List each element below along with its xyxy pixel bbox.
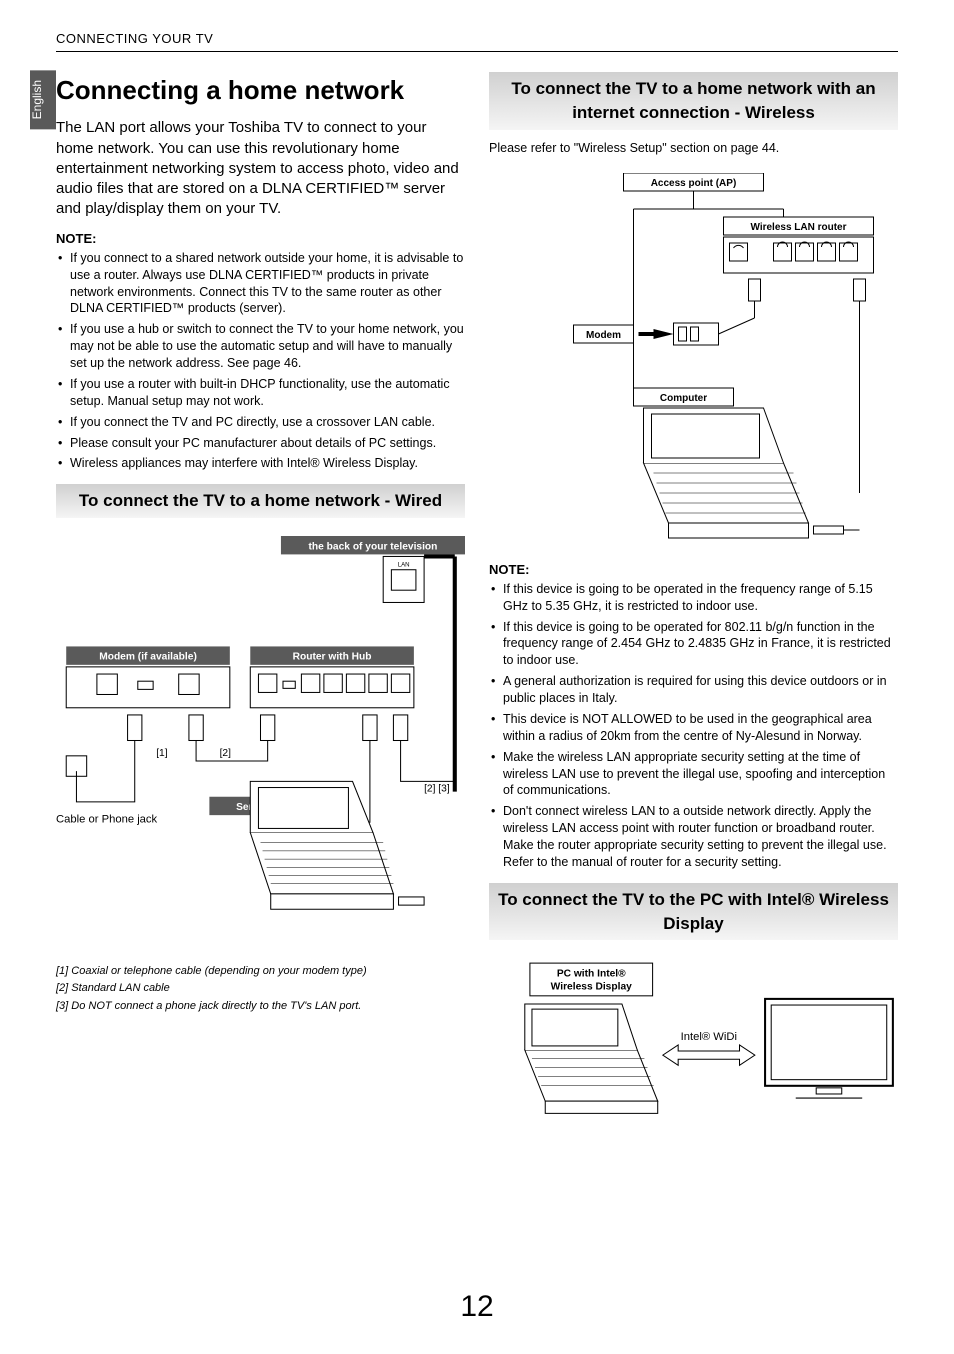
widi-diagram: PC with Intel® Wireless Display Intel® W… <box>489 958 898 1132</box>
page-number: 12 <box>0 1290 954 1324</box>
wlan-router-label: Wireless LAN router <box>750 222 846 233</box>
footnotes: [1] Coaxial or telephone cable (dependin… <box>56 963 465 1016</box>
widi-pc-label2: Wireless Display <box>551 982 632 993</box>
widi-pc-label1: PC with Intel® <box>557 969 626 980</box>
list-item: Please consult your PC manufacturer abou… <box>56 435 465 452</box>
footnote: [3] Do NOT connect a phone jack directly… <box>56 998 465 1016</box>
right-column: To connect the TV to a home network with… <box>489 72 898 1150</box>
list-item: Wireless appliances may interfere with I… <box>56 455 465 472</box>
svg-text:[2] [3]: [2] [3] <box>424 784 450 795</box>
list-item: If this device is going to be operated f… <box>489 619 898 670</box>
notes-list-2: If this device is going to be operated i… <box>489 581 898 871</box>
wireless-intro: Please refer to "Wireless Setup" section… <box>489 140 898 158</box>
widi-link-label: Intel® WiDi <box>681 1031 737 1043</box>
modem-label-wireless: Modem <box>586 330 621 341</box>
footnote: [1] Coaxial or telephone cable (dependin… <box>56 963 465 981</box>
laptop-icon <box>644 408 860 538</box>
wired-section-banner: To connect the TV to a home network - Wi… <box>56 484 465 518</box>
list-item: This device is NOT ALLOWED to be used in… <box>489 711 898 745</box>
laptop-icon <box>250 782 424 910</box>
list-item: If you connect to a shared network outsi… <box>56 250 465 318</box>
computer-label: Computer <box>660 393 707 404</box>
notes-list-1: If you connect to a shared network outsi… <box>56 250 465 473</box>
wireless-diagram: Access point (AP) Wireless LAN router <box>489 173 898 543</box>
router-label: Router with Hub <box>293 652 372 663</box>
note-heading-2: NOTE: <box>489 561 898 579</box>
note-heading-1: NOTE: <box>56 230 465 248</box>
left-column: Connecting a home network The LAN port a… <box>56 72 465 1150</box>
svg-text:[1]: [1] <box>156 748 168 759</box>
list-item: If you connect the TV and PC directly, u… <box>56 414 465 431</box>
list-item: If you use a router with built-in DHCP f… <box>56 376 465 410</box>
svg-text:LAN: LAN <box>398 562 410 569</box>
cable-jack-label: Cable or Phone jack <box>56 813 158 825</box>
header-rule: CONNECTING YOUR TV <box>56 30 898 52</box>
widi-section-banner: To connect the TV to the PC with Intel® … <box>489 883 898 941</box>
list-item: A general authorization is required for … <box>489 673 898 707</box>
page-title: Connecting a home network <box>56 72 465 108</box>
tv-back-label: the back of your television <box>309 541 438 552</box>
list-item: If you use a hub or switch to connect th… <box>56 321 465 372</box>
intro-paragraph: The LAN port allows your Toshiba TV to c… <box>56 118 465 219</box>
modem-label: Modem (if available) <box>99 652 197 663</box>
laptop-icon <box>525 1004 658 1113</box>
svg-text:[2]: [2] <box>220 748 232 759</box>
footnote: [2] Standard LAN cable <box>56 980 465 998</box>
list-item: Don't connect wireless LAN to a outside … <box>489 803 898 871</box>
list-item: If this device is going to be operated i… <box>489 581 898 615</box>
language-tab: English <box>30 70 56 129</box>
list-item: Make the wireless LAN appropriate securi… <box>489 749 898 800</box>
header-section: CONNECTING YOUR TV <box>56 31 213 46</box>
wired-diagram: the back of your television LAN Modem (i… <box>56 536 465 945</box>
wireless-section-banner: To connect the TV to a home network with… <box>489 72 898 130</box>
ap-label: Access point (AP) <box>651 178 737 189</box>
